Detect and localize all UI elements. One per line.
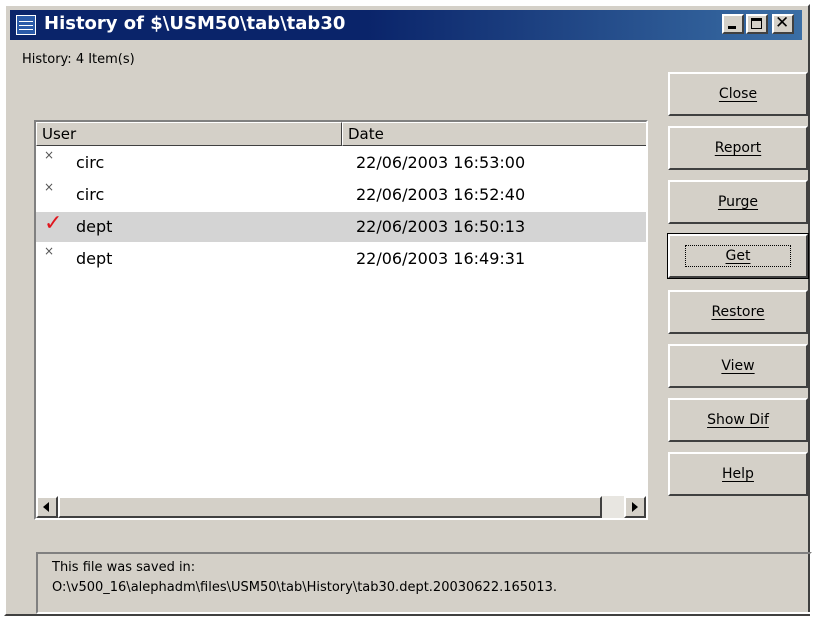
- scrollbar-thumb[interactable]: [58, 496, 602, 518]
- horizontal-scrollbar[interactable]: [36, 496, 646, 518]
- status-label: This file was saved in:: [52, 560, 196, 575]
- restore-button[interactable]: Restore: [668, 290, 808, 334]
- close-window-button[interactable]: ✕: [772, 13, 794, 34]
- checkmark-icon: ✓: [44, 211, 63, 236]
- close-button[interactable]: Close: [668, 72, 808, 116]
- row-date: 22/06/2003 16:50:13: [356, 217, 526, 236]
- row-user: circ: [76, 153, 105, 172]
- row-user: dept: [76, 217, 113, 236]
- view-button[interactable]: View: [668, 344, 808, 388]
- show-dif-button[interactable]: Show Dif: [668, 398, 808, 442]
- column-header-date[interactable]: Date: [342, 122, 646, 146]
- close-icon: ✕: [775, 13, 790, 33]
- list-row[interactable]: × circ 22/06/2003 16:52:40: [36, 180, 646, 210]
- saved-file-path: O:\v500_16\alephadm\files\USM50\tab\Hist…: [52, 580, 557, 595]
- row-date: 22/06/2003 16:52:40: [356, 185, 526, 204]
- history-dialog: History of $\USM50\tab\tab30 ✕ History: …: [4, 4, 812, 616]
- row-user: circ: [76, 185, 105, 204]
- purge-button[interactable]: Purge: [668, 180, 808, 224]
- minimize-button[interactable]: [722, 14, 744, 34]
- help-button[interactable]: Help: [668, 452, 808, 496]
- title-bar[interactable]: History of $\USM50\tab\tab30 ✕: [10, 10, 802, 40]
- status-panel: This file was saved in: O:\v500_16\aleph…: [36, 552, 812, 614]
- deleted-mark-icon: ×: [44, 180, 55, 194]
- row-date: 22/06/2003 16:49:31: [356, 249, 526, 268]
- maximize-button[interactable]: [746, 14, 768, 34]
- list-row[interactable]: × dept 22/06/2003 16:49:31: [36, 244, 646, 274]
- deleted-mark-icon: ×: [44, 244, 55, 258]
- get-button-label: Get: [684, 245, 792, 267]
- column-header-user[interactable]: User: [36, 122, 342, 146]
- app-icon: [16, 15, 36, 35]
- window-title: History of $\USM50\tab\tab30: [44, 13, 346, 34]
- history-count: History: 4 Item(s): [22, 52, 135, 67]
- scroll-right-button[interactable]: [624, 496, 646, 518]
- list-row[interactable]: × circ 22/06/2003 16:53:00: [36, 148, 646, 178]
- row-date: 22/06/2003 16:53:00: [356, 153, 526, 172]
- scroll-left-button[interactable]: [36, 496, 58, 518]
- row-user: dept: [76, 249, 113, 268]
- history-list[interactable]: User Date × circ 22/06/2003 16:53:00 × c…: [34, 120, 648, 520]
- get-button[interactable]: Get: [667, 233, 809, 279]
- deleted-mark-icon: ×: [44, 148, 55, 162]
- list-row-selected[interactable]: ✓ dept 22/06/2003 16:50:13: [36, 211, 646, 242]
- report-button[interactable]: Report: [668, 126, 808, 170]
